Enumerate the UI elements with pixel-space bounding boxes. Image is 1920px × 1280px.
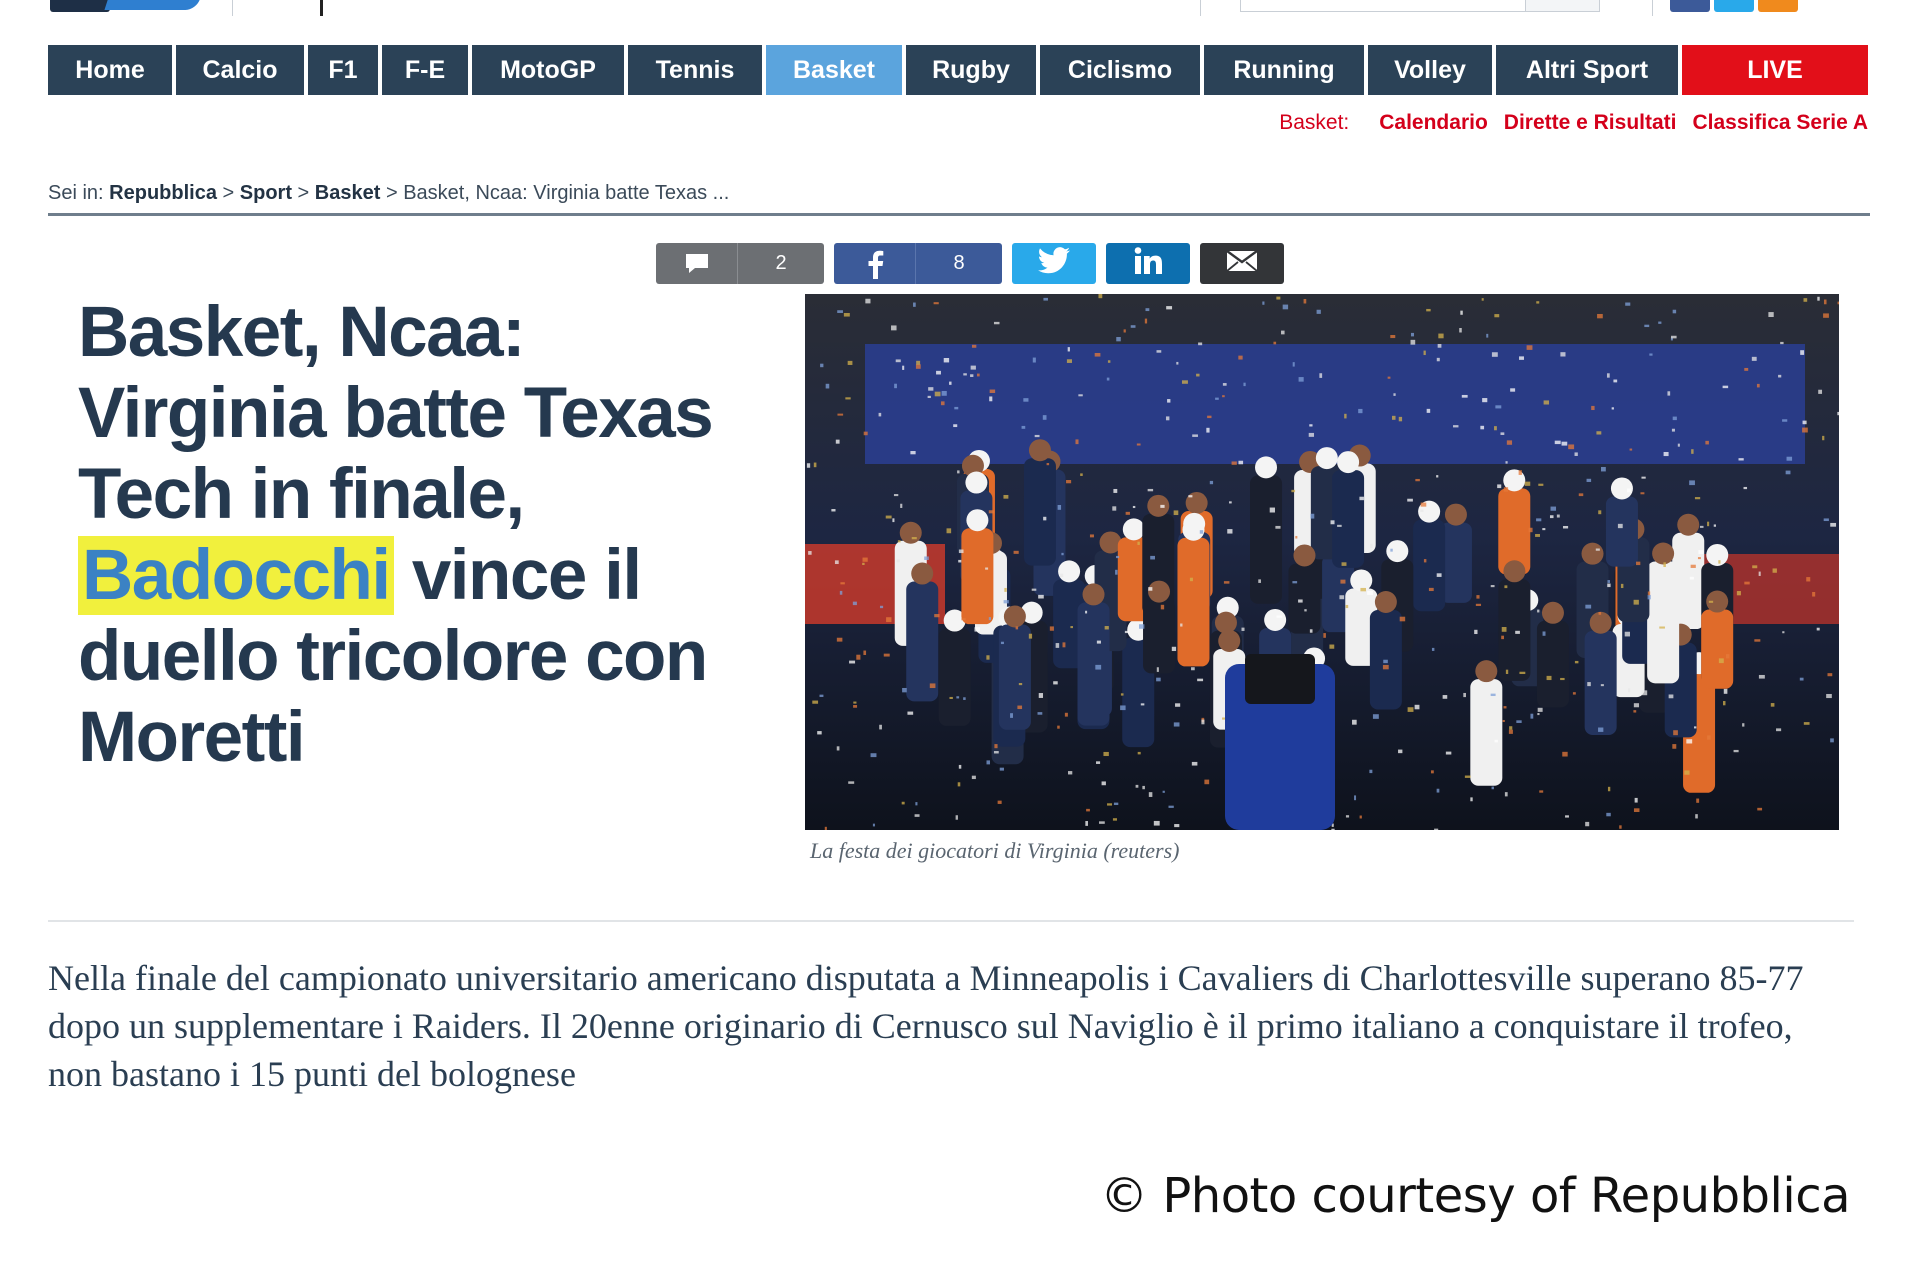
twitter-share-button[interactable] [1012,243,1096,284]
header-divider [1652,0,1653,16]
email-icon [1226,250,1258,277]
subnav-link-classifica[interactable]: Classifica Serie A [1693,111,1869,134]
headline-line: Virginia batte Texas [78,374,714,453]
nav-item-rugby[interactable]: Rugby [906,45,1036,95]
section-subnav: Basket: Calendario Dirette e Risultati Clas… [1200,111,1868,135]
headline-line: Moretti [78,698,306,777]
subnav-section-label: Basket: [1279,111,1350,134]
nav-item-altri-sport[interactable]: Altri Sport [1496,45,1678,95]
rss-icon[interactable] [1758,0,1798,12]
breadcrumb-divider [48,213,1870,216]
breadcrumb-current: Basket, Ncaa: Virginia batte Texas ... [403,182,730,204]
linkedin-share-button[interactable] [1106,243,1190,284]
breadcrumb-prefix: Sei in: [48,182,104,204]
headline-line: duello tricolore con [78,617,708,696]
twitter-icon[interactable] [1714,0,1754,12]
headline-highlighted-name: Badocchi [78,536,394,615]
nav-item-basket[interactable]: Basket [766,45,902,95]
breadcrumb: Sei in: Repubblica > Sport > Basket > Ba… [48,182,729,205]
nav-item-f1[interactable]: F1 [308,45,378,95]
comment-bubble-icon [656,243,738,284]
headline-line: Basket, Ncaa: [78,293,526,372]
article-headline: Basket, Ncaa: Virginia batte Texas Tech … [78,292,778,778]
breadcrumb-separator: > [222,182,235,204]
nav-item-f-e[interactable]: F-E [382,45,468,95]
headline-line: vince il [411,536,642,615]
nav-item-motogp[interactable]: MotoGP [472,45,624,95]
breadcrumb-separator: > [385,182,398,204]
facebook-share-button[interactable]: 8 [834,243,1002,284]
header-divider [1200,0,1201,16]
twitter-icon [1037,247,1071,280]
top-header-strip [0,0,1920,18]
article-photo[interactable] [805,294,1839,830]
main-navigation: Home Calcio F1 F-E MotoGP Tennis Basket Rugby Ci… [48,45,1868,95]
nav-item-calcio[interactable]: Calcio [176,45,304,95]
nav-item-ciclismo[interactable]: Ciclismo [1040,45,1200,95]
linkedin-icon [1133,246,1163,281]
breadcrumb-item-sport[interactable]: Sport [240,182,292,204]
content-divider [48,920,1854,922]
nav-item-running[interactable]: Running [1204,45,1364,95]
header-divider [320,0,323,16]
photo-caption: La festa dei giocatori di Virginia (reut… [810,838,1180,863]
celebration-photo-illustration [805,294,1839,830]
nav-item-home[interactable]: Home [48,45,172,95]
header-social-links [1670,0,1810,14]
nav-item-tennis[interactable]: Tennis [628,45,762,95]
search-button[interactable] [1525,0,1599,11]
facebook-icon [834,243,916,284]
breadcrumb-item-basket[interactable]: Basket [315,182,381,204]
site-logo[interactable] [50,0,204,14]
facebook-share-count: 8 [953,252,965,274]
facebook-icon[interactable] [1670,0,1710,12]
article-summary: Nella finale del campionato universitari… [48,958,1804,1094]
subnav-link-calendario[interactable]: Calendario [1379,111,1488,134]
subnav-link-risultati[interactable]: Dirette e Risultati [1504,111,1677,134]
nav-item-live[interactable]: LIVE [1682,45,1868,95]
photo-credit: © Photo courtesy of Repubblica [1100,1168,1850,1224]
email-share-button[interactable] [1200,243,1284,284]
headline-line: Tech in finale, [78,455,525,534]
header-divider [232,0,233,16]
comments-count: 2 [775,252,787,274]
search-field[interactable] [1240,0,1600,12]
nav-item-volley[interactable]: Volley [1368,45,1492,95]
breadcrumb-separator: > [297,182,310,204]
breadcrumb-item-repubblica[interactable]: Repubblica [109,182,217,204]
comments-button[interactable]: 2 [656,243,824,284]
